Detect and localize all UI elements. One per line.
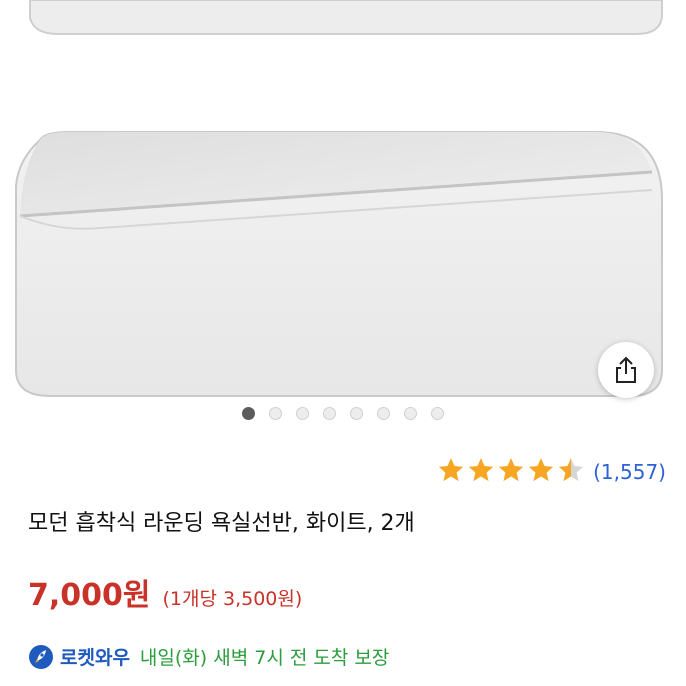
star-icon <box>557 456 585 488</box>
image-pagination <box>0 404 686 422</box>
rocket-icon <box>29 644 53 669</box>
star-icon <box>467 456 495 488</box>
star-icon <box>527 456 555 488</box>
product-image[interactable] <box>0 0 686 420</box>
star-icon <box>497 456 525 488</box>
product-title: 모던 흡착식 라운딩 욕실선반, 화이트, 2개 <box>28 511 415 536</box>
unit-price: (1개당 3,500원) <box>162 588 303 610</box>
pagination-dot[interactable] <box>269 406 282 420</box>
pagination-dot[interactable] <box>296 406 309 420</box>
rating-count[interactable]: (1,557) <box>593 460 666 484</box>
price: 7,000원 <box>28 578 151 613</box>
pagination-dot[interactable] <box>242 406 255 420</box>
price-row: 7,000원 (1개당 3,500원) <box>28 570 302 614</box>
share-icon <box>616 356 636 383</box>
pagination-dot[interactable] <box>350 406 363 420</box>
delivery-text: 내일(화) 새벽 7시 전 도착 보장 <box>139 647 390 669</box>
rating[interactable]: (1,557) <box>437 456 666 488</box>
rocket-wow-badge: 로켓와우 <box>60 647 130 669</box>
pagination-dot[interactable] <box>323 406 336 420</box>
star-rating <box>437 456 585 488</box>
pagination-dot[interactable] <box>431 406 444 420</box>
pagination-dot[interactable] <box>377 406 390 420</box>
star-icon <box>437 456 465 488</box>
pagination-dot[interactable] <box>404 406 417 420</box>
share-button[interactable] <box>598 342 654 398</box>
delivery-info: 로켓와우 내일(화) 새벽 7시 전 도착 보장 <box>28 643 389 670</box>
